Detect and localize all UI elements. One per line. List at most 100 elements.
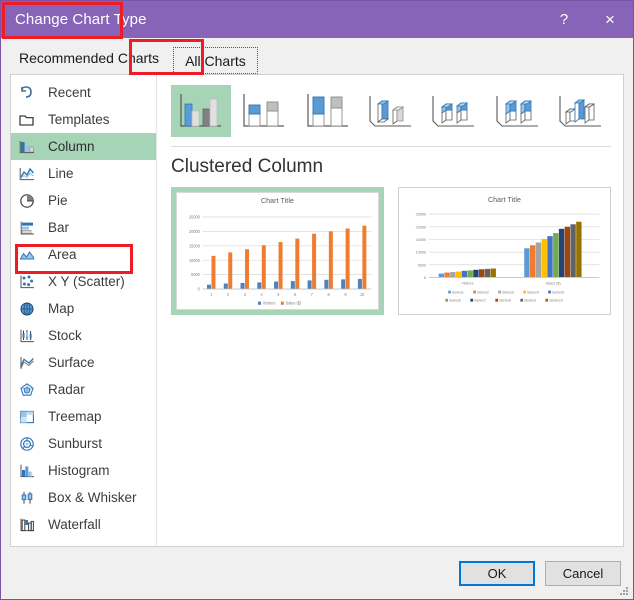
- change-chart-type-dialog: Change Chart Type ? × Recommended Charts…: [0, 0, 634, 600]
- svg-text:7: 7: [311, 292, 314, 297]
- subtype-3d-stacked-column[interactable]: [424, 85, 485, 137]
- svg-text:0: 0: [198, 287, 201, 292]
- sidebar-item-column[interactable]: Column: [11, 133, 156, 160]
- subtype-clustered-column[interactable]: [171, 85, 232, 137]
- chart-title: Chart Title: [488, 197, 521, 204]
- svg-text:4: 4: [261, 292, 264, 297]
- sidebar-item-histogram[interactable]: Histogram: [11, 457, 156, 484]
- svg-text:10: 10: [360, 292, 365, 297]
- sidebar-item-label: Treemap: [48, 409, 102, 424]
- sidebar-item-label: Stock: [48, 328, 82, 343]
- close-icon[interactable]: ×: [587, 1, 633, 38]
- svg-text:Series9: Series9: [524, 298, 536, 302]
- area-icon: [17, 245, 37, 265]
- subtype-100-percent-stacked-column[interactable]: [297, 85, 358, 137]
- histogram-icon: [17, 461, 37, 481]
- svg-text:Series10: Series10: [549, 298, 563, 302]
- tab-all-charts[interactable]: All Charts: [173, 47, 258, 74]
- sidebar-item-label: Surface: [48, 355, 95, 370]
- scatter-icon: [17, 272, 37, 292]
- sidebar-item-line[interactable]: Line: [11, 160, 156, 187]
- title-bar: Change Chart Type ? ×: [1, 1, 633, 38]
- divider: [171, 146, 611, 147]
- sidebar-item-bar[interactable]: Bar: [11, 214, 156, 241]
- sidebar-item-label: Column: [48, 139, 95, 154]
- sidebar-item-map[interactable]: Map: [11, 295, 156, 322]
- dialog-title: Change Chart Type: [15, 11, 147, 28]
- svg-text:Series2: Series2: [477, 290, 489, 294]
- sidebar-item-label: Sunburst: [48, 436, 103, 451]
- box-whisker-icon: [17, 488, 37, 508]
- svg-text:Sales ($): Sales ($): [546, 281, 562, 285]
- column-icon: [17, 137, 37, 157]
- sunburst-icon: [17, 434, 37, 454]
- bar-icon: [17, 218, 37, 238]
- sidebar-item-stock[interactable]: Stock: [11, 322, 156, 349]
- sidebar-item-radar[interactable]: Radar: [11, 376, 156, 403]
- svg-text:3: 3: [244, 292, 247, 297]
- subtype-thumbnail-row: [171, 85, 611, 137]
- sidebar-item-sunburst[interactable]: Sunburst: [11, 430, 156, 457]
- tab-recommended-charts[interactable]: Recommended Charts: [9, 44, 169, 74]
- svg-text:25000: 25000: [416, 213, 426, 217]
- sidebar-item-label: Box & Whisker: [48, 490, 137, 505]
- chart-plot-area: 25000 20000 15000 10000 5000 0: [403, 206, 606, 310]
- pie-icon: [17, 191, 37, 211]
- treemap-icon: [17, 407, 37, 427]
- sidebar-item-templates[interactable]: Templates: [11, 106, 156, 133]
- svg-text:20000: 20000: [189, 229, 201, 234]
- subtype-title: Clustered Column: [171, 156, 324, 177]
- line-icon: [17, 164, 37, 184]
- svg-text:Series5: Series5: [552, 290, 564, 294]
- resize-grip[interactable]: [618, 585, 630, 597]
- svg-text:10000: 10000: [189, 258, 201, 263]
- dialog-body: Recent Templates Column Line Pie Bar Are…: [10, 74, 624, 547]
- sidebar-item-label: Templates: [48, 112, 110, 127]
- svg-text:Series1: Series1: [452, 290, 464, 294]
- sidebar-item-recent[interactable]: Recent: [11, 79, 156, 106]
- svg-text:Visitors: Visitors: [263, 301, 276, 306]
- help-icon[interactable]: ?: [541, 1, 587, 38]
- chart-preview-1-inner: Chart Title 25000 20000 15000 10000 5000…: [176, 192, 379, 310]
- svg-text:9: 9: [344, 292, 347, 297]
- svg-text:20000: 20000: [416, 225, 426, 229]
- subtype-stacked-column[interactable]: [234, 85, 295, 137]
- svg-text:Series3: Series3: [502, 290, 514, 294]
- stock-icon: [17, 326, 37, 346]
- chart-preview-2[interactable]: Chart Title 25000 20000 15000 10000 5000…: [398, 187, 611, 315]
- subtype-3d-column[interactable]: [550, 85, 611, 137]
- sidebar-item-label: Bar: [48, 220, 70, 235]
- svg-text:2: 2: [227, 292, 230, 297]
- chart-preview-1[interactable]: Chart Title 25000 20000 15000 10000 5000…: [171, 187, 384, 315]
- surface-icon: [17, 353, 37, 373]
- svg-text:25000: 25000: [189, 215, 201, 220]
- subtype-3d-clustered-column[interactable]: [360, 85, 422, 137]
- svg-text:Series4: Series4: [527, 290, 539, 294]
- svg-text:10000: 10000: [416, 251, 426, 255]
- sidebar-item-label: Line: [48, 166, 74, 181]
- ok-button[interactable]: OK: [459, 560, 535, 586]
- dialog-footer: OK Cancel: [1, 547, 633, 599]
- sidebar-item-surface[interactable]: Surface: [11, 349, 156, 376]
- sidebar-item-box-whisker[interactable]: Box & Whisker: [11, 484, 156, 511]
- svg-text:6: 6: [294, 292, 297, 297]
- sidebar-item-funnel[interactable]: Funnel: [11, 538, 156, 546]
- subtype-3d-100-percent-stacked-column[interactable]: [487, 85, 548, 137]
- svg-text:5000: 5000: [418, 263, 426, 267]
- sidebar-item-label: Pie: [48, 193, 68, 208]
- sidebar-item-pie[interactable]: Pie: [11, 187, 156, 214]
- chart-type-list[interactable]: Recent Templates Column Line Pie Bar Are…: [11, 75, 157, 546]
- cancel-button[interactable]: Cancel: [545, 560, 621, 586]
- svg-text:Series8: Series8: [499, 298, 511, 302]
- preview-row: Chart Title 25000 20000 15000 10000 5000…: [171, 187, 611, 315]
- sidebar-item-waterfall[interactable]: Waterfall: [11, 511, 156, 538]
- sidebar-item-label: Area: [48, 247, 77, 262]
- sidebar-item-area[interactable]: Area: [11, 241, 156, 268]
- chart-plot-area: 25000 20000 15000 10000 5000 0: [177, 207, 378, 309]
- map-icon: [17, 299, 37, 319]
- sidebar-item-xy-scatter[interactable]: X Y (Scatter): [11, 268, 156, 295]
- tab-strip: Recommended Charts All Charts: [1, 38, 633, 74]
- sidebar-item-treemap[interactable]: Treemap: [11, 403, 156, 430]
- sidebar-item-label: Recent: [48, 85, 91, 100]
- sidebar-item-label: X Y (Scatter): [48, 274, 125, 289]
